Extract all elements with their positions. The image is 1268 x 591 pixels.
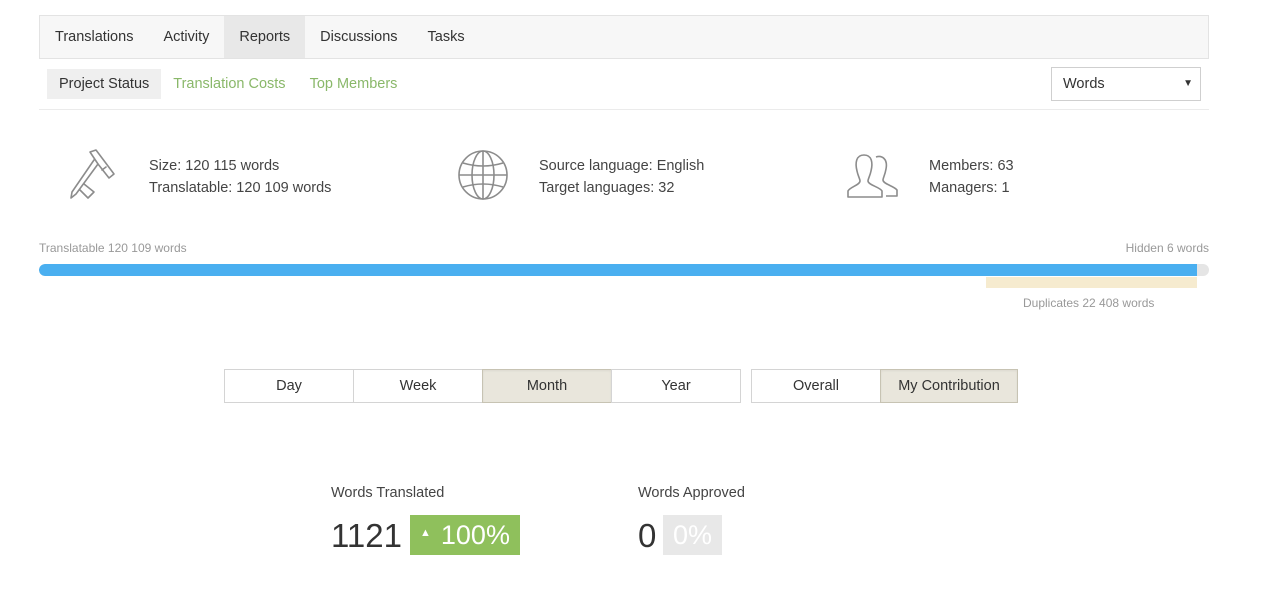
managers-value: Managers: 1 [929, 180, 1010, 196]
divider [39, 109, 1209, 110]
language-stats: Source language: English Target language… [539, 155, 704, 199]
report-subnav: Project Status Translation Costs Top Mem… [47, 69, 409, 99]
unit-select-value: Words [1063, 76, 1105, 92]
words-approved-change-badge: 0% [663, 515, 723, 555]
period-year-button[interactable]: Year [611, 369, 741, 403]
caliper-icon [68, 148, 118, 207]
period-button-group: Day Week Month Year [224, 369, 741, 403]
members-value: Members: 63 [929, 158, 1014, 174]
size-value: Size: 120 115 words [149, 158, 280, 174]
words-translated-change-badge: ▲ 100% [410, 515, 520, 555]
period-month-button[interactable]: Month [482, 369, 612, 403]
subtab-top-members[interactable]: Top Members [298, 69, 410, 99]
main-tabs: Translations Activity Reports Discussion… [39, 15, 1209, 59]
duplicates-bar [986, 277, 1197, 288]
tab-translations[interactable]: Translations [40, 16, 148, 58]
progress-track [39, 264, 1209, 276]
size-stats: Size: 120 115 words Translatable: 120 10… [149, 155, 331, 199]
subtab-translation-costs[interactable]: Translation Costs [161, 69, 297, 99]
translatable-bar [39, 264, 1198, 276]
tab-tasks[interactable]: Tasks [413, 16, 480, 58]
words-translated-change: 100% [440, 519, 510, 550]
globe-icon [457, 149, 509, 206]
members-icon [846, 151, 900, 204]
hidden-label: Hidden 6 words [1125, 241, 1209, 255]
translatable-label: Translatable 120 109 words [39, 241, 187, 255]
scope-overall-button[interactable]: Overall [751, 369, 881, 403]
duplicates-label: Duplicates 22 408 words [1023, 296, 1155, 310]
subtab-project-status[interactable]: Project Status [47, 69, 162, 99]
source-language-value: Source language: English [539, 158, 705, 174]
words-approved-label: Words Approved [638, 485, 745, 501]
scope-button-group: Overall My Contribution [751, 369, 1018, 403]
words-translated-label: Words Translated [331, 485, 445, 501]
tab-discussions[interactable]: Discussions [305, 16, 412, 58]
words-translated-value: 1121 [331, 517, 402, 554]
dropdown-caret-icon: ▼ [1183, 78, 1193, 89]
triangle-up-icon: ▲ [420, 527, 431, 539]
tab-activity[interactable]: Activity [148, 16, 224, 58]
words-approved-change: 0% [673, 519, 713, 550]
scope-my-contribution-button[interactable]: My Contribution [880, 369, 1018, 403]
translatable-value: Translatable: 120 109 words [149, 180, 332, 196]
member-stats: Members: 63 Managers: 1 [929, 155, 1014, 199]
words-approved-value: 0 [638, 517, 657, 554]
unit-select[interactable]: Words ▼ [1051, 67, 1201, 101]
tab-reports[interactable]: Reports [224, 16, 306, 58]
target-languages-value: Target languages: 32 [539, 180, 675, 196]
period-week-button[interactable]: Week [353, 369, 483, 403]
period-day-button[interactable]: Day [224, 369, 354, 403]
